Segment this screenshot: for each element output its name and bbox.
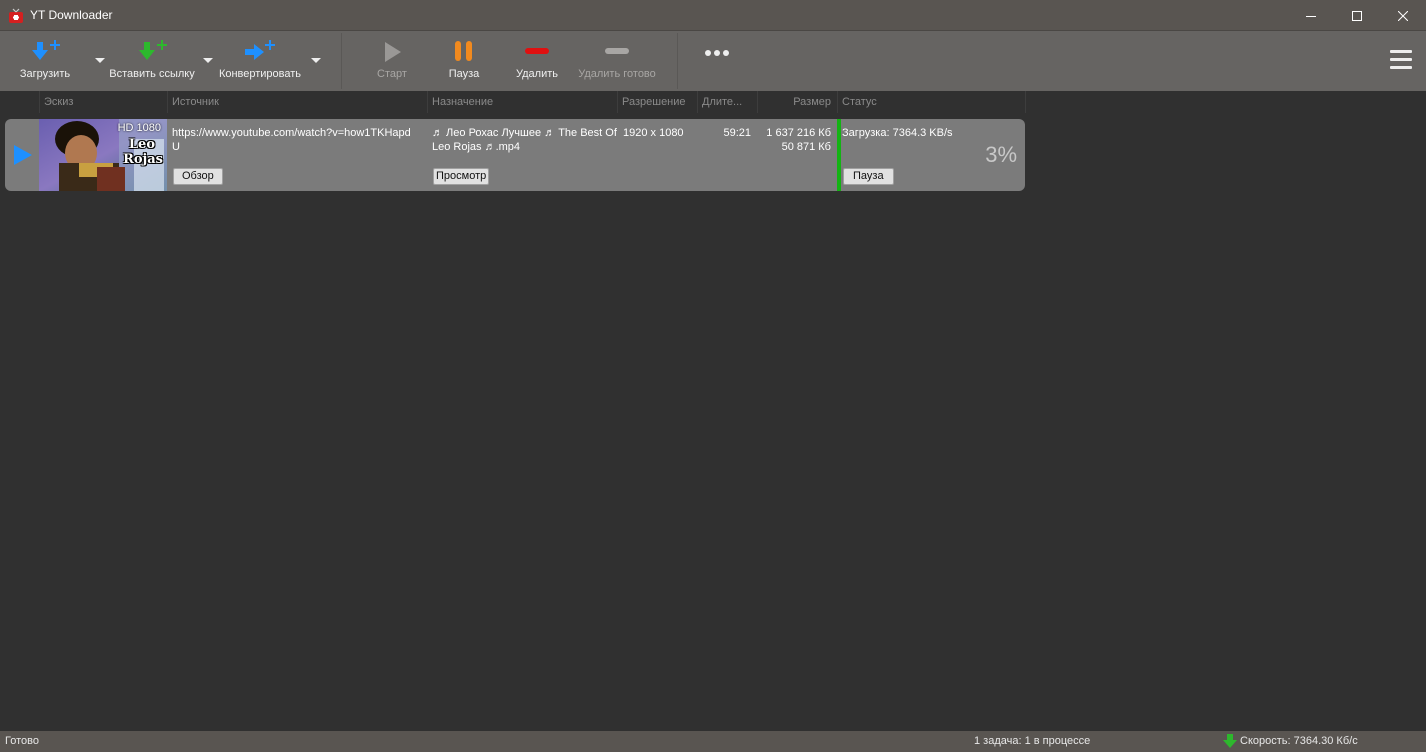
status-tasks: 1 задача: 1 в процессе: [974, 735, 1091, 747]
hamburger-menu-icon: [1384, 49, 1418, 75]
minimize-button[interactable]: [1288, 0, 1334, 31]
column-header-destination[interactable]: Назначение: [427, 91, 617, 113]
delete-label: Удалить: [516, 68, 558, 80]
more-dots-icon: [696, 48, 738, 74]
download-dropdown-caret[interactable]: [95, 58, 105, 63]
convert-arrow-icon: [216, 39, 304, 65]
source-url-line2: U: [172, 141, 180, 153]
more-button[interactable]: [696, 31, 738, 91]
pause-button[interactable]: Пауза: [436, 31, 492, 91]
play-icon[interactable]: [13, 144, 33, 169]
close-button[interactable]: [1380, 0, 1426, 31]
convert-dropdown-caret[interactable]: [311, 58, 321, 63]
start-label: Старт: [377, 68, 407, 80]
resolution-value: 1920 x 1080: [623, 127, 684, 139]
row-pause-button[interactable]: Пауза: [843, 168, 894, 185]
download-label: Загрузить: [19, 68, 71, 80]
column-header-end: [1025, 91, 1026, 113]
destination-file[interactable]: ♬ Лео Рохас Лучшее ♬ The Best Of Leo Roj…: [432, 126, 618, 154]
status-state: Готово: [5, 735, 39, 747]
minimize-icon: [1306, 15, 1316, 17]
paste-link-label: Вставить ссылку: [109, 68, 195, 80]
minus-icon: [572, 39, 662, 65]
size-total: 1 637 216 Кб: [766, 127, 831, 139]
paste-link-button[interactable]: Вставить ссылку: [106, 31, 198, 91]
size-values: 1 637 216 Кб 50 871 Кб: [751, 126, 831, 154]
start-button[interactable]: Старт: [366, 31, 418, 91]
delete-done-button[interactable]: Удалить готово: [572, 31, 662, 91]
progress-indicator: [837, 119, 841, 191]
column-header-thumbnail[interactable]: Эскиз: [39, 91, 167, 113]
delete-done-label: Удалить готово: [578, 68, 656, 80]
column-header-resolution[interactable]: Разрешение: [617, 91, 697, 113]
download-button[interactable]: Загрузить: [10, 31, 80, 91]
destination-line1: ♬ Лео Рохас Лучшее ♬ The Best Of: [432, 127, 617, 139]
status-text: Загрузка: 7364.3 KB/s: [842, 127, 953, 139]
toolbar-separator: [341, 33, 342, 89]
toolbar-separator: [677, 33, 678, 89]
column-header-duration[interactable]: Длите...: [697, 91, 757, 113]
minus-icon: [508, 39, 566, 65]
destination-line2: Leo Rojas ♬.mp4: [432, 141, 521, 153]
title-bar: YT Downloader: [0, 0, 1426, 31]
source-url[interactable]: https://www.youtube.com/watch?v=how1TKHa…: [172, 126, 424, 154]
thumbnail-quality-badge: HD 1080: [117, 122, 161, 134]
status-speed: Скорость: 7364.30 Кб/с: [1240, 735, 1358, 747]
column-headers: Эскиз Источник Назначение Разрешение Дли…: [0, 91, 1426, 113]
source-url-line1: https://www.youtube.com/watch?v=how1TKHa…: [172, 127, 411, 139]
speed-down-arrow-icon: [1223, 733, 1237, 752]
play-icon: [366, 39, 418, 65]
column-header-size[interactable]: Размер: [757, 91, 837, 113]
toolbar: Загрузить Вставить ссылку Конвертировать: [0, 31, 1426, 91]
maximize-icon: [1352, 10, 1362, 21]
table-row[interactable]: HD 1080 Leo Rojas https://www.youtube.co…: [5, 119, 1025, 191]
video-thumbnail: HD 1080 Leo Rojas: [39, 119, 167, 191]
window-title: YT Downloader: [30, 8, 113, 22]
menu-button[interactable]: [1384, 31, 1418, 91]
status-bar: Готово 1 задача: 1 в процессе Скорость: …: [0, 731, 1426, 752]
pause-icon: [436, 39, 492, 65]
thumbnail-caption-line2: Rojas: [123, 152, 163, 167]
maximize-button[interactable]: [1334, 0, 1380, 31]
close-icon: [1398, 10, 1408, 21]
size-done: 50 871 Кб: [781, 141, 831, 153]
browse-button[interactable]: Обзор: [173, 168, 223, 185]
pause-label: Пауза: [448, 68, 480, 80]
download-arrow-icon: [10, 39, 80, 65]
view-button[interactable]: Просмотр: [433, 168, 490, 185]
column-header-status[interactable]: Статус: [837, 91, 1025, 113]
progress-percent: 3%: [985, 142, 1017, 167]
paste-link-arrow-icon: [106, 39, 198, 65]
convert-label: Конвертировать: [218, 68, 302, 80]
convert-button[interactable]: Конвертировать: [216, 31, 304, 91]
delete-button[interactable]: Удалить: [508, 31, 566, 91]
app-tv-icon: [8, 8, 24, 24]
column-header-source[interactable]: Источник: [167, 91, 427, 113]
duration-value: 59:21: [723, 127, 751, 139]
thumbnail-caption-line1: Leo: [128, 137, 155, 152]
paste-link-dropdown-caret[interactable]: [203, 58, 213, 63]
